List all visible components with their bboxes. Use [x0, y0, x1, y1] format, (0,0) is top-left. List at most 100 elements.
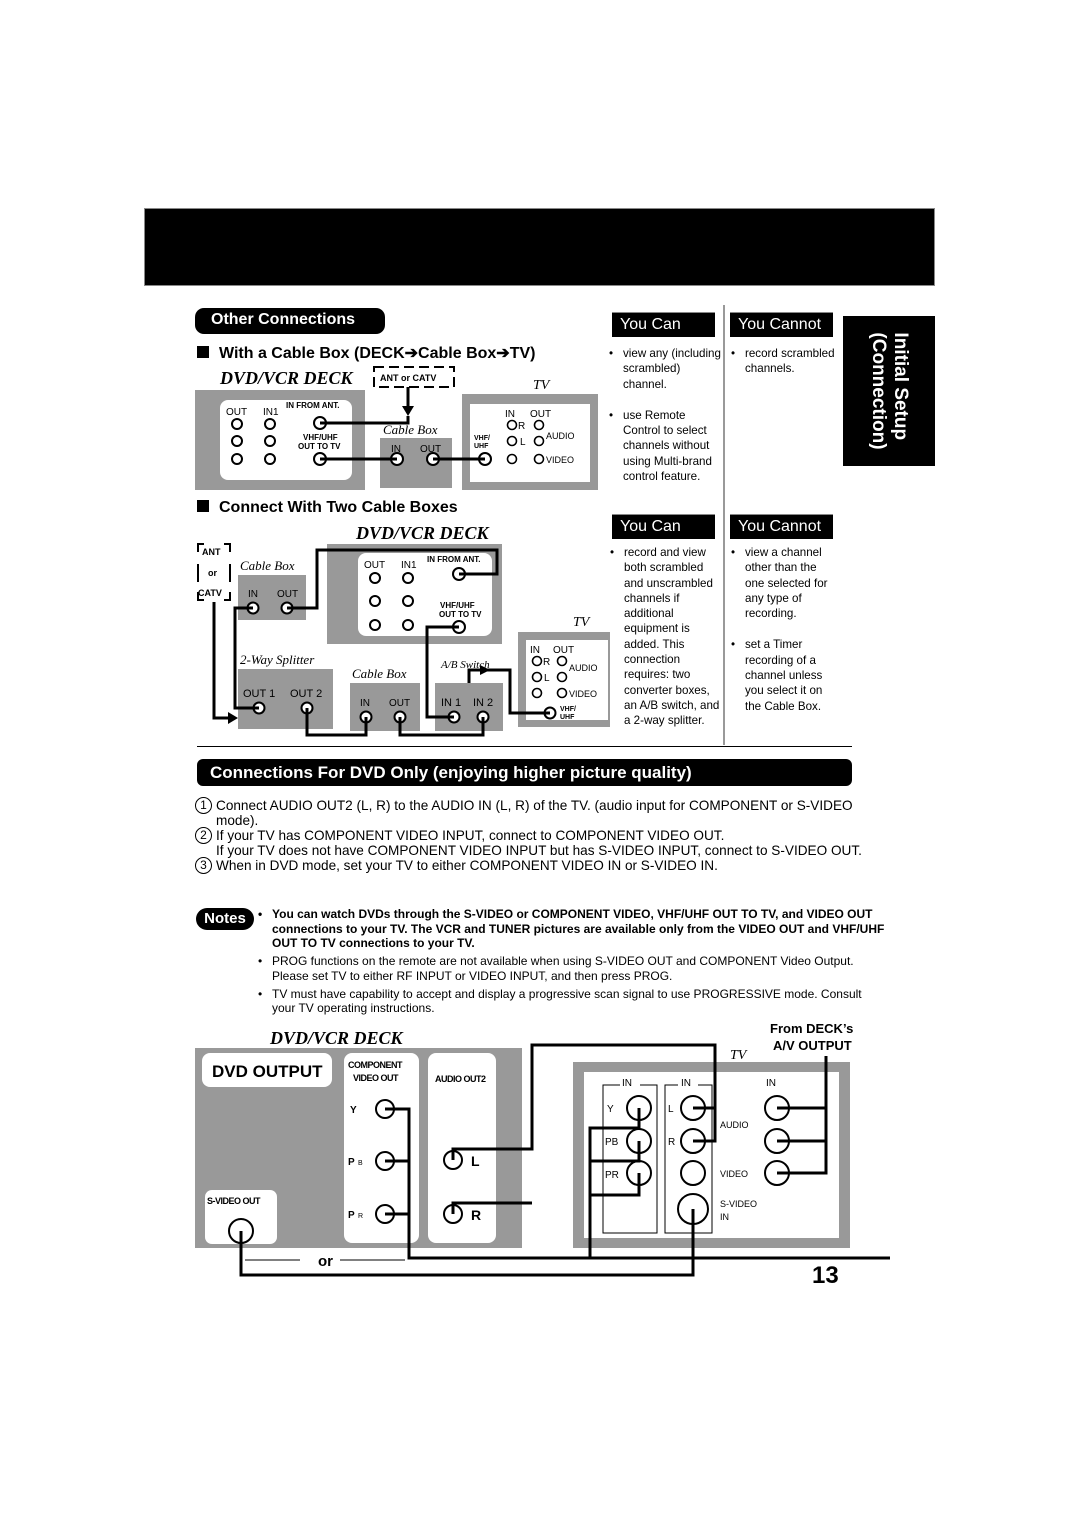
two-cable-boxes-heading: Connect With Two Cable Boxes — [197, 499, 458, 517]
side-tab-line1: Initial Setup — [890, 332, 911, 441]
you-cannot-list-2: view a channel other than the one select… — [731, 545, 837, 730]
cb2-in-label: IN — [360, 698, 370, 709]
vhf-uhf-label: VHF/UHF — [303, 433, 338, 442]
in1-label: IN1 — [263, 407, 279, 418]
step-number-icon: 2 — [195, 827, 212, 844]
tv-label-2: TV — [573, 615, 591, 630]
step-text: Connect AUDIO OUT2 (L, R) to the AUDIO I… — [216, 798, 853, 828]
step-text: When in DVD mode, set your TV to either … — [216, 858, 718, 873]
you-cannot-list-1: record scrambled channels. — [731, 346, 836, 393]
tv-r-label: R — [518, 421, 525, 432]
you-can-item: view any (including scrambled) channel. — [609, 346, 721, 392]
you-can-item: record and view both scrambled and unscr… — [610, 545, 722, 729]
splitter-label: 2-Way Splitter — [240, 652, 315, 667]
page-number: 13 — [812, 1262, 839, 1289]
vhf-uhf-label-2: VHF/UHF — [440, 601, 475, 610]
note-item: PROG functions on the remote are not ava… — [258, 954, 888, 983]
you-can-list-1: view any (including scrambled) channel. … — [609, 346, 721, 500]
tv-out-label: OUT — [530, 409, 551, 420]
two-cable-boxes-diagram: DVD/VCR DECK OUT IN1 IN FROM ANT. VHF/UH… — [197, 523, 610, 737]
out2-label: OUT 2 — [290, 688, 322, 700]
ant-label: ANT — [202, 547, 221, 557]
you-cannot-item: set a Timer recording of a channel unles… — [731, 637, 837, 713]
s-video-out-label: S-VIDEO OUT — [207, 1196, 261, 1206]
you-can-list-2: record and view both scrambled and unscr… — [610, 545, 722, 745]
in-from-ant-label-2: IN FROM ANT. — [427, 555, 480, 564]
tv-video-label: VIDEO — [546, 455, 574, 465]
tv2-r-label: R — [543, 657, 550, 668]
you-cannot-item: record scrambled channels. — [731, 346, 836, 377]
section-side-tab: Initial Setup (Connection) — [843, 316, 935, 466]
out-label: OUT — [226, 407, 247, 418]
step-text: If your TV has COMPONENT VIDEO INPUT, co… — [216, 828, 725, 843]
video-out-label: VIDEO OUT — [353, 1073, 399, 1083]
ab-in2-label: IN 2 — [473, 697, 493, 709]
comp-y-label: Y — [350, 1105, 357, 1116]
or-label: or — [208, 568, 217, 578]
av-output-label: A/V OUTPUT — [773, 1038, 852, 1053]
in1-label-2: IN1 — [401, 560, 417, 571]
tv-r-label-3: R — [668, 1137, 675, 1148]
column-divider — [723, 305, 725, 745]
arrow-right-icon — [228, 712, 238, 724]
tv-audio-label: AUDIO — [546, 431, 575, 441]
note-item: TV must have capability to accept and di… — [258, 987, 888, 1016]
tv2-out-label: OUT — [553, 645, 574, 656]
comp-pb-label: P — [348, 1157, 355, 1168]
comp-pr-sub: R — [358, 1213, 363, 1220]
tv-audio-in-label: IN — [681, 1078, 691, 1089]
cb1-out-label: OUT — [277, 589, 298, 600]
deck-label-3: DVD/VCR DECK — [269, 1028, 405, 1048]
or-label-3: or — [318, 1253, 333, 1270]
tv-pr-label: PR — [605, 1170, 619, 1181]
tv-vhf-label: VHF/ — [474, 435, 490, 442]
from-deck-label: From DECK’s — [770, 1021, 853, 1036]
dvd-only-title: Connections For DVD Only (enjoying highe… — [197, 759, 852, 786]
you-can-tag-2: You Can — [612, 514, 715, 539]
cb1-in-label: IN — [248, 589, 258, 600]
cb2-out-label: OUT — [389, 698, 410, 709]
page-header-bar — [144, 208, 935, 286]
you-cannot-tag-2: You Cannot — [730, 514, 833, 539]
tv2-l-label: L — [544, 673, 550, 684]
dvd-output-label: DVD OUTPUT — [212, 1062, 323, 1081]
cable-box-1-label: Cable Box — [240, 558, 295, 573]
ant-catv-label: ANT or CATV — [380, 373, 436, 383]
deck-label: DVD/VCR DECK — [219, 368, 355, 388]
tv2-in-label: IN — [530, 645, 540, 656]
tv-comp-in-label: IN — [622, 1078, 632, 1089]
deck-label-2: DVD/VCR DECK — [355, 523, 491, 543]
you-can-tag-1: You Can — [612, 312, 715, 337]
out1-label: OUT 1 — [243, 688, 275, 700]
notes-list: You can watch DVDs through the S-VIDEO o… — [258, 907, 888, 1019]
out-label-2: OUT — [364, 560, 385, 571]
section-divider — [197, 746, 852, 747]
tv-label: TV — [533, 378, 551, 393]
tv2-video-label: VIDEO — [569, 689, 597, 699]
step-3: 3 When in DVD mode, set your TV to either… — [195, 857, 875, 874]
you-can-item: use Remote Control to select channels wi… — [609, 408, 721, 484]
tv2-audio-label: AUDIO — [569, 663, 598, 673]
audio-out2-label: AUDIO OUT2 — [435, 1074, 486, 1084]
step-number-icon: 1 — [195, 797, 212, 814]
dvd-steps: 1 Connect AUDIO OUT2 (L, R) to the AUDIO … — [195, 797, 875, 874]
comp-pr-label: P — [348, 1210, 355, 1221]
tv-av-in-label: IN — [766, 1078, 776, 1089]
audio-r-label: R — [471, 1207, 481, 1223]
ab-in1-label: IN 1 — [441, 697, 461, 709]
tv-svideo-label: S-VIDEO — [720, 1199, 757, 1209]
square-bullet-icon — [197, 500, 209, 512]
tv-audio-label-3: AUDIO — [720, 1120, 749, 1130]
tv-label-3: TV — [730, 1048, 748, 1063]
component-label: COMPONENT — [348, 1060, 403, 1070]
you-cannot-tag-1: You Cannot — [730, 312, 833, 337]
cable-box-diagram: DVD/VCR DECK OUT IN1 IN FROM ANT. VHF/UH… — [195, 366, 598, 490]
cable-box-label: Cable Box — [383, 422, 438, 437]
step-1: 1 Connect AUDIO OUT2 (L, R) to the AUDIO … — [195, 797, 875, 828]
cable-ant-to-splitter — [212, 602, 230, 720]
other-connections-title: Other Connections — [195, 308, 385, 334]
tv-in-label: IN — [505, 409, 515, 420]
catv-label: CATV — [198, 588, 222, 598]
cable-box-heading: With a Cable Box (DECK➔Cable Box➔TV) — [197, 343, 535, 363]
step-2: 2 If your TV has COMPONENT VIDEO INPUT, c… — [195, 827, 875, 844]
